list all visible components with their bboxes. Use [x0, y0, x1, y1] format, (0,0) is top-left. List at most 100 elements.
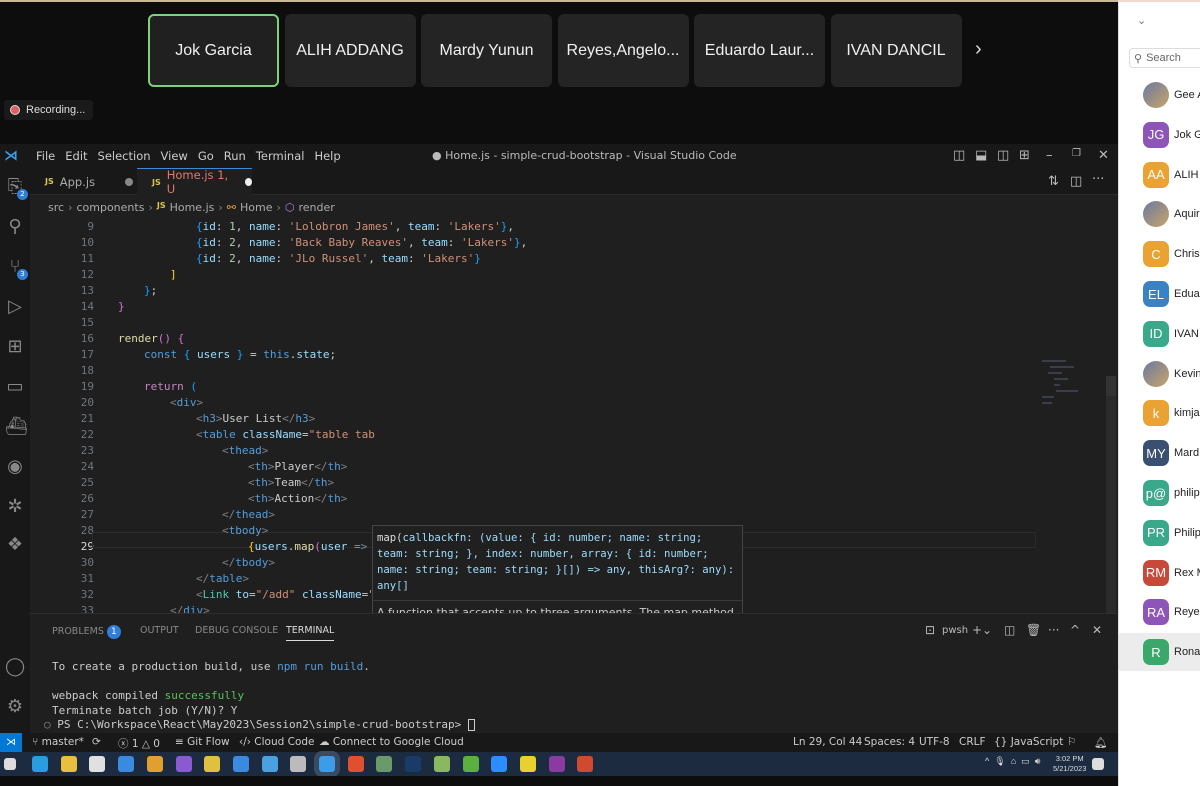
snip-icon[interactable]: [204, 756, 221, 772]
shell-name[interactable]: pwsh: [942, 625, 968, 636]
app-grey-icon[interactable]: [290, 756, 307, 772]
unsaved-dot-icon[interactable]: [244, 178, 252, 186]
upwork-icon[interactable]: [376, 756, 393, 772]
accounts-icon[interactable]: ◯: [5, 656, 25, 677]
kubernetes-icon[interactable]: ✲: [5, 496, 25, 517]
participant-row[interactable]: EL Eduar: [1119, 275, 1200, 313]
menu-edit[interactable]: Edit: [65, 149, 87, 163]
new-terminal-icon[interactable]: +⌄: [972, 623, 992, 637]
cloudcode-status[interactable]: ‹/› Cloud Code: [239, 736, 315, 748]
app-red-icon[interactable]: [347, 756, 364, 772]
tab-terminal[interactable]: TERMINAL: [286, 625, 335, 641]
windows-start-icon[interactable]: [4, 758, 16, 770]
powerpoint-icon[interactable]: [577, 756, 594, 772]
split-terminal-icon[interactable]: ◫: [1004, 623, 1015, 637]
show-hidden-icon[interactable]: ^: [985, 756, 989, 766]
participant-row[interactable]: RA Reyes: [1119, 593, 1200, 631]
menu-terminal[interactable]: Terminal: [256, 149, 305, 163]
menu-go[interactable]: Go: [198, 149, 214, 163]
usb-icon[interactable]: ⌂: [1011, 756, 1016, 766]
more-actions-icon[interactable]: ···: [1092, 172, 1104, 187]
open-changes-icon[interactable]: ⇅: [1048, 174, 1059, 189]
close-icon[interactable]: ✕: [1098, 148, 1109, 163]
branch-status[interactable]: ⑂ master*: [32, 736, 84, 748]
split-editor-icon[interactable]: ◫: [1070, 174, 1082, 189]
menu-help[interactable]: Help: [314, 149, 340, 163]
tab-home-js[interactable]: JS Home.js 1, U: [137, 168, 252, 196]
video-tile[interactable]: ALIH ADDANG: [284, 14, 416, 87]
participant-row[interactable]: Aquir: [1119, 195, 1200, 233]
line-ending[interactable]: CRLF: [959, 736, 986, 748]
menu-run[interactable]: Run: [224, 149, 246, 163]
restore-icon[interactable]: ❐: [1072, 148, 1081, 159]
extensions-icon[interactable]: ⊞: [5, 336, 25, 357]
edge-icon[interactable]: [32, 756, 48, 772]
extension-pack-icon[interactable]: ❖: [5, 534, 25, 555]
toggle-sidebar-icon[interactable]: ◫: [953, 148, 965, 163]
google-cloud-status[interactable]: ☁ Connect to Google Cloud: [319, 736, 464, 748]
clock[interactable]: 3:02 PM 5/21/2023: [1053, 754, 1086, 774]
docker-icon[interactable]: ⛴: [5, 416, 28, 437]
utorrent-icon[interactable]: [462, 756, 479, 772]
video-tile[interactable]: Reyes,Angelo...: [557, 14, 689, 87]
video-tile[interactable]: Mardy Yunun: [421, 14, 552, 87]
participant-row[interactable]: p@ philip: [1119, 474, 1200, 512]
remote-explorer-icon[interactable]: ▭: [5, 376, 25, 397]
participant-row[interactable]: JG Jok G: [1119, 116, 1200, 154]
indentation[interactable]: Spaces: 4: [864, 736, 915, 748]
photoshop-icon[interactable]: [405, 756, 422, 772]
explorer-icon[interactable]: ⎘ 2: [5, 176, 28, 200]
participant-row[interactable]: C Chris: [1119, 235, 1200, 273]
language-mode[interactable]: {} JavaScript: [994, 736, 1063, 748]
participant-row[interactable]: PR Philip: [1119, 514, 1200, 552]
menu-file[interactable]: File: [36, 149, 55, 163]
network-icon[interactable]: [232, 756, 249, 772]
microphone-icon[interactable]: 🎙︎: [994, 756, 1005, 766]
encoding[interactable]: UTF-8: [919, 736, 950, 748]
feedback-icon[interactable]: ⚐: [1067, 736, 1076, 748]
maximize-panel-icon[interactable]: ^: [1070, 623, 1080, 637]
menu-view[interactable]: View: [161, 149, 188, 163]
participant-search-input[interactable]: ⚲ Search: [1129, 48, 1200, 68]
tab-debug-console[interactable]: DEBUG CONSOLE: [195, 625, 278, 636]
source-control-icon[interactable]: ⑂ 3: [5, 256, 28, 280]
participant-row[interactable]: Gee A: [1119, 76, 1200, 114]
file-explorer-icon[interactable]: [60, 756, 77, 772]
network-icon[interactable]: ▭: [1021, 756, 1030, 766]
menu-selection[interactable]: Selection: [98, 149, 151, 163]
run-debug-icon[interactable]: ▷: [5, 296, 25, 317]
participant-row[interactable]: k kimja: [1119, 394, 1200, 432]
problems-status[interactable]: ⓧ 1 △ 0: [118, 736, 160, 751]
minimap[interactable]: [1040, 359, 1080, 409]
settings-gear-icon[interactable]: ⚙: [5, 696, 25, 717]
customize-layout-icon[interactable]: ⊞: [1019, 148, 1030, 163]
more-actions-icon[interactable]: ···: [1048, 623, 1059, 637]
video-tile[interactable]: Jok Garcia: [148, 14, 279, 87]
participant-row[interactable]: R Ronal: [1119, 633, 1200, 672]
toggle-secondary-sidebar-icon[interactable]: ◫: [997, 148, 1009, 163]
volume-icon[interactable]: 🔊︎: [1035, 756, 1041, 766]
cursor-position[interactable]: Ln 29, Col 44: [793, 736, 862, 748]
sync-icon[interactable]: ⟳: [92, 736, 101, 748]
toggle-panel-icon[interactable]: ⬓: [975, 148, 987, 163]
scroll-thumb[interactable]: [1106, 376, 1116, 396]
gitflow-status[interactable]: ≡ Git Flow: [175, 736, 230, 748]
onenote-icon[interactable]: [548, 756, 565, 772]
github-icon[interactable]: ◉: [5, 456, 25, 477]
collapse-chevron-icon[interactable]: ⌄: [1137, 14, 1146, 27]
video-tile[interactable]: IVAN DANCIL: [830, 14, 962, 87]
tab-app-js[interactable]: JS App.js: [30, 168, 137, 195]
participant-row[interactable]: ID IVAN: [1119, 315, 1200, 353]
sticky-notes-icon[interactable]: [519, 756, 536, 772]
terminal-prompt[interactable]: ○ PS C:\Workspace\React\May2023\Session2…: [44, 718, 475, 731]
search-icon[interactable]: ⚲: [5, 216, 25, 237]
mail-icon[interactable]: [118, 756, 135, 772]
trash-icon[interactable]: 🗑: [1026, 623, 1041, 637]
vscode-icon[interactable]: [314, 751, 340, 777]
zoom-icon[interactable]: [491, 756, 508, 772]
participant-row[interactable]: RM Rex M: [1119, 554, 1200, 592]
chrome-icon[interactable]: [146, 756, 163, 772]
notifications-bell-icon[interactable]: 🔔︎: [1094, 736, 1107, 749]
tab-output[interactable]: OUTPUT: [140, 625, 179, 636]
tab-problems[interactable]: PROBLEMS 1: [52, 625, 121, 639]
